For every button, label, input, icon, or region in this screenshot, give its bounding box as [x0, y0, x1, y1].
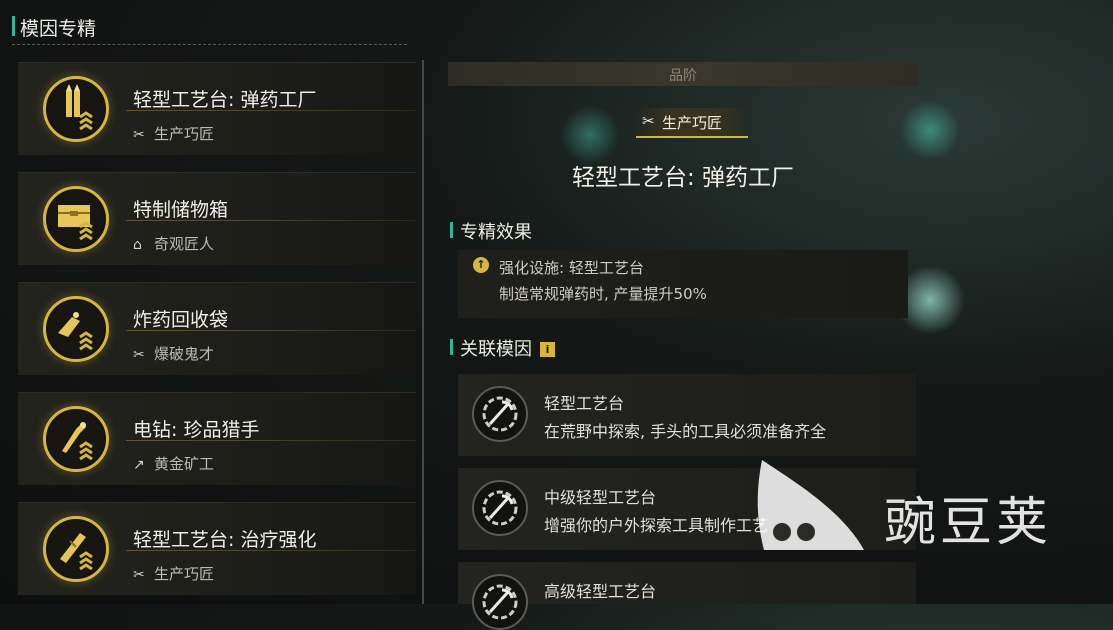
gene-category: ⌂ 奇观匠人: [133, 233, 214, 254]
divider-line: [126, 110, 416, 111]
gene-category-label: 生产巧匠: [154, 565, 215, 583]
gene-list-item[interactable]: 炸药回收袋 ✂ 爆破鬼才: [18, 282, 416, 375]
effect-accent-bar: [450, 222, 453, 238]
gene-category-label: 爆破鬼才: [154, 345, 215, 363]
detail-title: 轻型工艺台: 弹药工厂: [571, 165, 795, 191]
section-title: 模因专精: [20, 18, 97, 40]
effect-line: 制造常规弹药时, 产量提升50%: [499, 285, 707, 303]
pickaxe-gear-icon: [472, 574, 528, 630]
gene-list-item[interactable]: 特制储物箱 ⌂ 奇观匠人: [18, 172, 416, 265]
related-gene-name: 中级轻型工艺台: [544, 488, 657, 507]
section-header: 模因专精: [12, 10, 407, 45]
gene-name: 炸药回收袋: [133, 309, 229, 331]
related-gene-name: 高级轻型工艺台: [544, 582, 657, 601]
related-gene-desc: 在荒野中探索, 手头的工具必须准备齐全: [544, 422, 827, 441]
gene-name: 特制储物箱: [133, 199, 229, 221]
crossed-tools-icon: ✂: [642, 112, 655, 130]
gene-category-label: 奇观匠人: [154, 235, 215, 253]
gene-category: ✂ 生产巧匠: [133, 123, 214, 144]
crossed-tools-icon: ✂: [133, 127, 145, 143]
gene-name: 轻型工艺台: 治疗强化: [133, 529, 317, 551]
pickaxe-gear-icon: [472, 386, 528, 442]
gene-name: 轻型工艺台: 弹药工厂: [133, 89, 317, 111]
effect-header: 专精效果: [450, 218, 532, 244]
gene-list-item[interactable]: 轻型工艺台: 弹药工厂 ✂ 生产巧匠: [18, 62, 416, 155]
drill-icon: [43, 406, 109, 472]
panel-divider: [422, 60, 424, 604]
pickaxe-icon: ↗: [133, 457, 145, 473]
gene-category-label: 黄金矿工: [154, 455, 215, 473]
gene-category: ✂ 生产巧匠: [133, 563, 214, 584]
category-tag-label: 生产巧匠: [662, 114, 723, 132]
related-gene-name: 轻型工艺台: [544, 394, 625, 413]
explosive-bag-icon: [43, 296, 109, 362]
divider-line: [126, 440, 416, 441]
gene-category: ✂ 爆破鬼才: [133, 343, 214, 364]
pickaxe-gear-icon: [472, 480, 528, 536]
related-gene-desc: 增强你的户外探索工具制作工艺: [544, 516, 769, 535]
watermark: 豌豆荚: [752, 450, 1072, 580]
divider-line: [126, 550, 416, 551]
house-icon: ⌂: [133, 237, 142, 253]
medkit-icon: [43, 516, 109, 582]
gene-name: 电钻: 珍品猎手: [133, 419, 260, 441]
related-gene-card[interactable]: 轻型工艺台 在荒野中探索, 手头的工具必须准备齐全: [458, 374, 916, 456]
crossed-tools-icon: ✂: [133, 567, 145, 583]
divider-line: [126, 220, 416, 221]
gene-category: ↗ 黄金矿工: [133, 453, 214, 474]
crate-icon: [43, 186, 109, 252]
section-accent-bar: [12, 16, 15, 36]
effect-line: 强化设施: 轻型工艺台: [499, 259, 644, 277]
related-accent-bar: [450, 339, 453, 355]
gene-list-item[interactable]: 轻型工艺台: 治疗强化 ✂ 生产巧匠: [18, 502, 416, 595]
bean-pod-icon: [757, 460, 864, 550]
crossed-tools-icon: ✂: [133, 347, 145, 363]
grade-bar: 品阶: [448, 62, 918, 86]
category-tag: ✂ 生产巧匠: [636, 108, 748, 138]
upgrade-icon: ↑: [473, 257, 489, 273]
gene-category-label: 生产巧匠: [154, 125, 215, 143]
info-icon[interactable]: i: [540, 342, 555, 357]
grade-label: 品阶: [669, 68, 697, 84]
watermark-text: 豌豆荚: [884, 493, 1053, 553]
related-header: 关联模因 i: [450, 335, 555, 361]
effect-box: ↑ 强化设施: 轻型工艺台 制造常规弹药时, 产量提升50%: [458, 250, 908, 318]
effect-header-label: 专精效果: [460, 222, 532, 243]
divider-line: [126, 330, 416, 331]
ammo-icon: [43, 76, 109, 142]
related-header-label: 关联模因: [460, 339, 532, 360]
gene-list-item[interactable]: 电钻: 珍品猎手 ↗ 黄金矿工: [18, 392, 416, 485]
gene-list: 轻型工艺台: 弹药工厂 ✂ 生产巧匠 特制储物箱 ⌂ 奇观匠人 炸药回收袋 ✂ 爆破鬼…: [18, 62, 416, 604]
